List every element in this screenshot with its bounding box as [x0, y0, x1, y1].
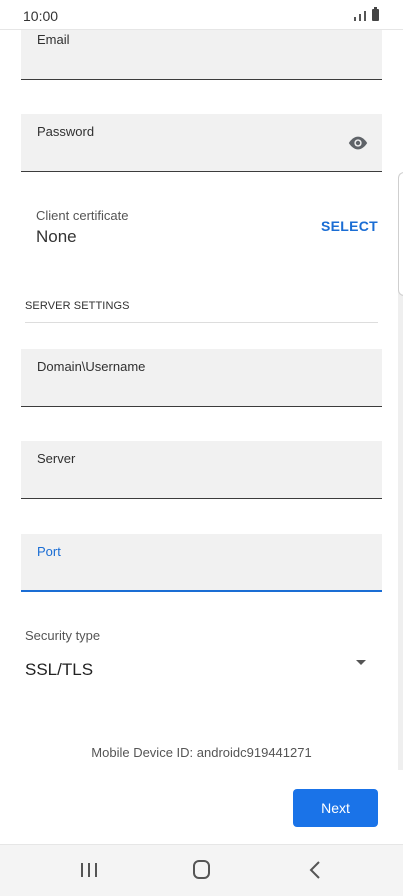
back-icon[interactable] — [309, 860, 321, 880]
battery-icon — [372, 7, 379, 21]
security-type-label: Security type — [25, 628, 101, 643]
password-field[interactable]: Password — [21, 114, 382, 172]
domain-username-field[interactable]: Domain\Username — [21, 349, 382, 407]
scrollbar-handle[interactable] — [398, 172, 403, 296]
eye-icon[interactable] — [347, 135, 369, 151]
server-label: Server — [37, 451, 76, 466]
dropdown-arrow-icon[interactable] — [356, 660, 366, 665]
navigation-bar — [0, 844, 403, 896]
server-field[interactable]: Server — [21, 441, 382, 499]
port-label: Port — [37, 544, 61, 559]
server-settings-heading: SERVER SETTINGS — [25, 300, 130, 312]
password-label: Password — [37, 124, 95, 139]
signal-bar — [364, 11, 366, 21]
security-type-select[interactable]: SSL/TLS — [25, 660, 93, 680]
next-button[interactable]: Next — [293, 789, 378, 827]
signal-bar — [359, 14, 361, 21]
home-icon[interactable] — [193, 860, 210, 879]
port-field[interactable]: Port — [21, 534, 382, 592]
signal-icon — [354, 17, 356, 21]
status-bar: 10:00 — [0, 0, 403, 30]
status-time: 10:00 — [23, 8, 59, 24]
section-divider — [25, 322, 378, 323]
email-field[interactable]: Email — [21, 22, 382, 80]
mobile-device-id: Mobile Device ID: androidc919441271 — [91, 745, 312, 760]
client-certificate-value: None — [36, 227, 77, 246]
domain-username-label: Domain\Username — [37, 359, 146, 374]
client-certificate-label: Client certificate — [36, 208, 129, 223]
select-certificate-button[interactable]: SELECT — [321, 218, 378, 234]
recent-apps-icon[interactable] — [81, 863, 97, 877]
status-icons — [354, 7, 379, 21]
email-label: Email — [37, 32, 70, 47]
